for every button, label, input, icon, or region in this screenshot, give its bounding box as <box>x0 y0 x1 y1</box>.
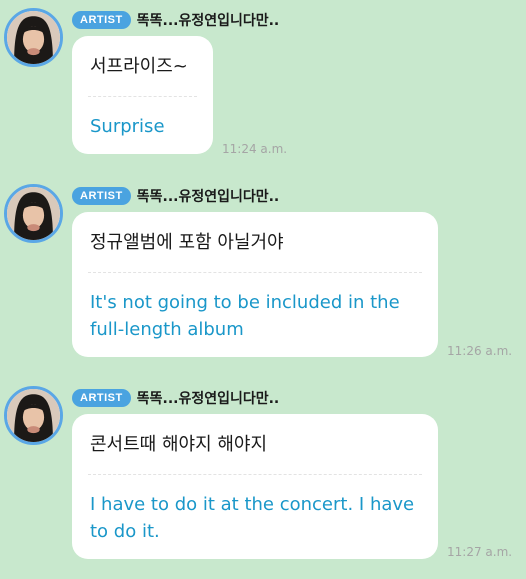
sender-name: 똑똑...유정연입니다만.. <box>136 391 280 407</box>
avatar[interactable] <box>4 386 63 445</box>
original-text: 서프라이즈~ <box>90 56 188 77</box>
avatar-photo-icon <box>7 187 60 240</box>
message-timestamp: 11:24 a.m. <box>222 142 288 156</box>
artist-badge: ARTIST <box>72 389 131 407</box>
avatar[interactable] <box>4 8 63 67</box>
avatar[interactable] <box>4 184 63 243</box>
message-bubble: 정규앨범에 포함 아닐거야 It's not going to be inclu… <box>72 212 438 357</box>
message-timestamp: 11:27 a.m. <box>447 545 513 559</box>
original-text: 정규앨범에 포함 아닐거야 <box>90 232 284 253</box>
sender-row: ARTIST 똑똑...유정연입니다만.. <box>72 388 279 408</box>
chat-message: ARTIST 똑똑...유정연입니다만.. 콘서트때 해야지 해야지 I hav… <box>0 382 526 567</box>
avatar-photo-icon <box>7 389 60 442</box>
message-bubble: 콘서트때 해야지 해야지 I have to do it at the conc… <box>72 414 438 559</box>
artist-badge: ARTIST <box>72 11 131 29</box>
message-timestamp: 11:26 a.m. <box>447 344 513 358</box>
sender-name: 똑똑...유정연입니다만.. <box>136 189 280 205</box>
avatar-photo-icon <box>7 11 60 64</box>
chat-message: ARTIST 똑똑...유정연입니다만.. 정규앨범에 포함 아닐거야 It's… <box>0 180 526 365</box>
translation-text: I have to do it at the concert. I have t… <box>90 494 415 542</box>
chat-message: ARTIST 똑똑...유정연입니다만.. 서프라이즈~ Surprise 11… <box>0 4 526 164</box>
artist-badge: ARTIST <box>72 187 131 205</box>
original-text: 콘서트때 해야지 해야지 <box>90 434 268 455</box>
sender-name: 똑똑...유정연입니다만.. <box>136 13 280 29</box>
message-bubble: 서프라이즈~ Surprise <box>72 36 213 154</box>
sender-row: ARTIST 똑똑...유정연입니다만.. <box>72 186 279 206</box>
sender-row: ARTIST 똑똑...유정연입니다만.. <box>72 10 279 30</box>
translation-text: It's not going to be included in the ful… <box>90 292 400 340</box>
translation-text: Surprise <box>90 116 165 137</box>
